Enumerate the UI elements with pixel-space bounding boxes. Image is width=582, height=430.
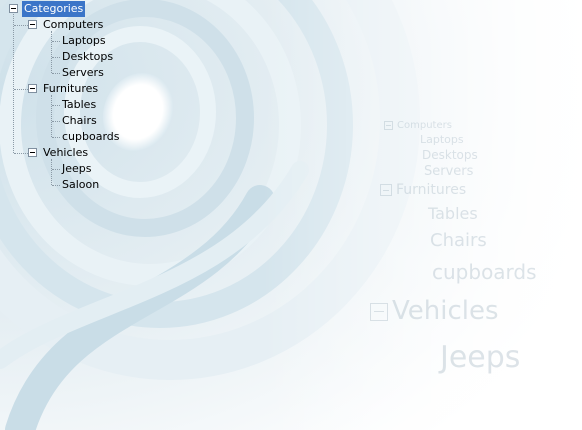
tree-node-label[interactable]: Furnitures	[41, 81, 100, 97]
tree-connector-tables	[52, 105, 60, 106]
tree-node-label[interactable]: Laptops	[60, 33, 108, 49]
tree-connector-servers	[52, 73, 60, 74]
tree-connector-furnitures	[14, 89, 28, 90]
tree-connector-laptops	[52, 41, 60, 42]
tree-connector-vehicles	[14, 153, 28, 154]
tree-node-label[interactable]: Chairs	[60, 113, 99, 129]
tree-node-label[interactable]: cupboards	[60, 129, 122, 145]
tree-connector-jeeps	[52, 169, 60, 170]
tree-connector-chairs	[52, 121, 60, 122]
tree-node-label[interactable]: Vehicles	[41, 145, 90, 161]
tree-connector-root	[13, 14, 14, 153]
tree-connector-computers	[14, 25, 28, 26]
collapse-icon[interactable]	[9, 4, 18, 13]
tree-node-label[interactable]: Servers	[60, 65, 106, 81]
collapse-icon[interactable]	[28, 84, 37, 93]
tree-connector-computers-children	[51, 31, 52, 73]
tree-connector-vehicles-children	[51, 159, 52, 185]
tree-node-label[interactable]: Saloon	[60, 177, 101, 193]
tree-node-label[interactable]: Tables	[60, 97, 98, 113]
category-tree: Categories Computers Laptops Desktops Se…	[0, 0, 582, 430]
collapse-icon[interactable]	[28, 20, 37, 29]
tree-node-label[interactable]: Jeeps	[60, 161, 94, 177]
tree-node-label[interactable]: Categories	[22, 1, 86, 17]
tree-connector-desktops	[52, 57, 60, 58]
tree-connector-furnitures-children	[51, 95, 52, 137]
tree-connector-saloon	[52, 185, 60, 186]
collapse-icon[interactable]	[28, 148, 37, 157]
tree-node-label[interactable]: Desktops	[60, 49, 115, 65]
tree-connector-cupboards	[52, 137, 60, 138]
